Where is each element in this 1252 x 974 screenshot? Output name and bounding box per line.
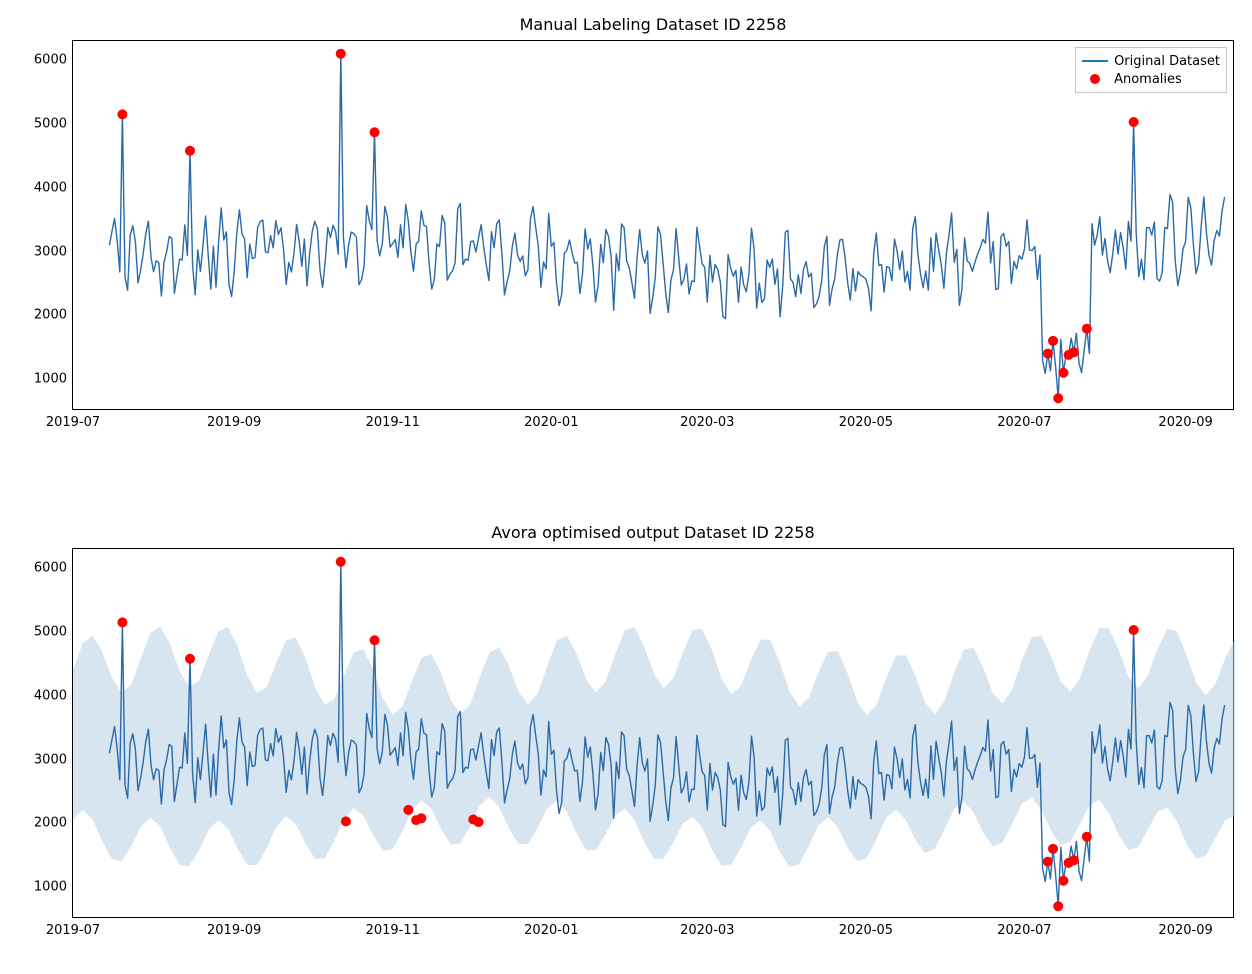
y-tick-label: 2000 — [34, 816, 73, 831]
legend-label: Original Dataset — [1114, 54, 1220, 69]
anomaly-marker — [416, 813, 426, 823]
chart-title: Manual Labeling Dataset ID 2258 — [73, 15, 1233, 34]
series-original-dataset — [109, 54, 1224, 398]
anomaly-marker — [370, 127, 380, 137]
y-tick-label: 3000 — [34, 752, 73, 767]
anomaly-marker — [1043, 349, 1053, 359]
y-tick-label: 4000 — [34, 688, 73, 703]
y-tick-label: 4000 — [34, 180, 73, 195]
anomaly-marker — [1048, 844, 1058, 854]
anomaly-marker — [336, 557, 346, 567]
y-tick-label: 5000 — [34, 116, 73, 131]
x-tick-label: 2020-01 — [524, 409, 578, 430]
x-tick-label: 2019-11 — [366, 409, 420, 430]
x-tick-label: 2019-07 — [46, 409, 100, 430]
x-tick-label: 2020-03 — [680, 917, 734, 938]
anomaly-marker — [185, 654, 195, 664]
x-tick-label: 2020-07 — [997, 409, 1051, 430]
anomaly-marker — [1058, 876, 1068, 886]
anomaly-marker — [1082, 324, 1092, 334]
x-tick-label: 2020-03 — [680, 409, 734, 430]
figure: Manual Labeling Dataset ID 2258 Original… — [0, 0, 1252, 974]
legend-label: Anomalies — [1114, 72, 1182, 87]
x-tick-label: 2019-09 — [207, 917, 261, 938]
anomaly-marker — [474, 817, 484, 827]
anomaly-marker — [1048, 336, 1058, 346]
anomaly-marker — [1053, 901, 1063, 911]
anomaly-marker — [1069, 347, 1079, 357]
anomaly-marker — [1053, 393, 1063, 403]
x-tick-label: 2020-05 — [839, 409, 893, 430]
y-tick-label: 6000 — [34, 53, 73, 68]
anomaly-marker — [1069, 855, 1079, 865]
legend-line-icon — [1082, 60, 1108, 62]
anomaly-marker — [117, 617, 127, 627]
anomaly-marker — [117, 109, 127, 119]
x-tick-label: 2020-05 — [839, 917, 893, 938]
anomaly-marker — [370, 635, 380, 645]
anomaly-marker — [1082, 832, 1092, 842]
anomaly-marker — [185, 146, 195, 156]
chart-manual-labeling: Manual Labeling Dataset ID 2258 Original… — [72, 40, 1234, 410]
x-tick-label: 2019-07 — [46, 917, 100, 938]
anomaly-marker — [403, 805, 413, 815]
y-tick-label: 5000 — [34, 624, 73, 639]
y-tick-label: 6000 — [34, 561, 73, 576]
anomaly-marker — [1058, 368, 1068, 378]
y-tick-label: 3000 — [34, 244, 73, 259]
x-tick-label: 2019-09 — [207, 409, 261, 430]
y-tick-label: 1000 — [34, 372, 73, 387]
legend: Original Dataset Anomalies — [1075, 47, 1227, 93]
chart-canvas — [73, 41, 1235, 411]
x-tick-label: 2020-09 — [1158, 917, 1212, 938]
chart-title: Avora optimised output Dataset ID 2258 — [73, 523, 1233, 542]
x-tick-label: 2020-01 — [524, 917, 578, 938]
chart-avora-output: Avora optimised output Dataset ID 2258 1… — [72, 548, 1234, 918]
anomaly-marker — [1129, 625, 1139, 635]
x-tick-label: 2019-11 — [366, 917, 420, 938]
chart-canvas — [73, 549, 1235, 919]
y-tick-label: 1000 — [34, 880, 73, 895]
legend-dot-icon — [1090, 74, 1100, 84]
anomaly-marker — [336, 49, 346, 59]
y-tick-label: 2000 — [34, 308, 73, 323]
confidence-band — [73, 626, 1235, 866]
legend-item-anomalies: Anomalies — [1082, 70, 1220, 88]
legend-item-line: Original Dataset — [1082, 52, 1220, 70]
x-tick-label: 2020-07 — [997, 917, 1051, 938]
x-tick-label: 2020-09 — [1158, 409, 1212, 430]
anomaly-marker — [1129, 117, 1139, 127]
anomaly-marker — [341, 816, 351, 826]
anomaly-marker — [1043, 857, 1053, 867]
